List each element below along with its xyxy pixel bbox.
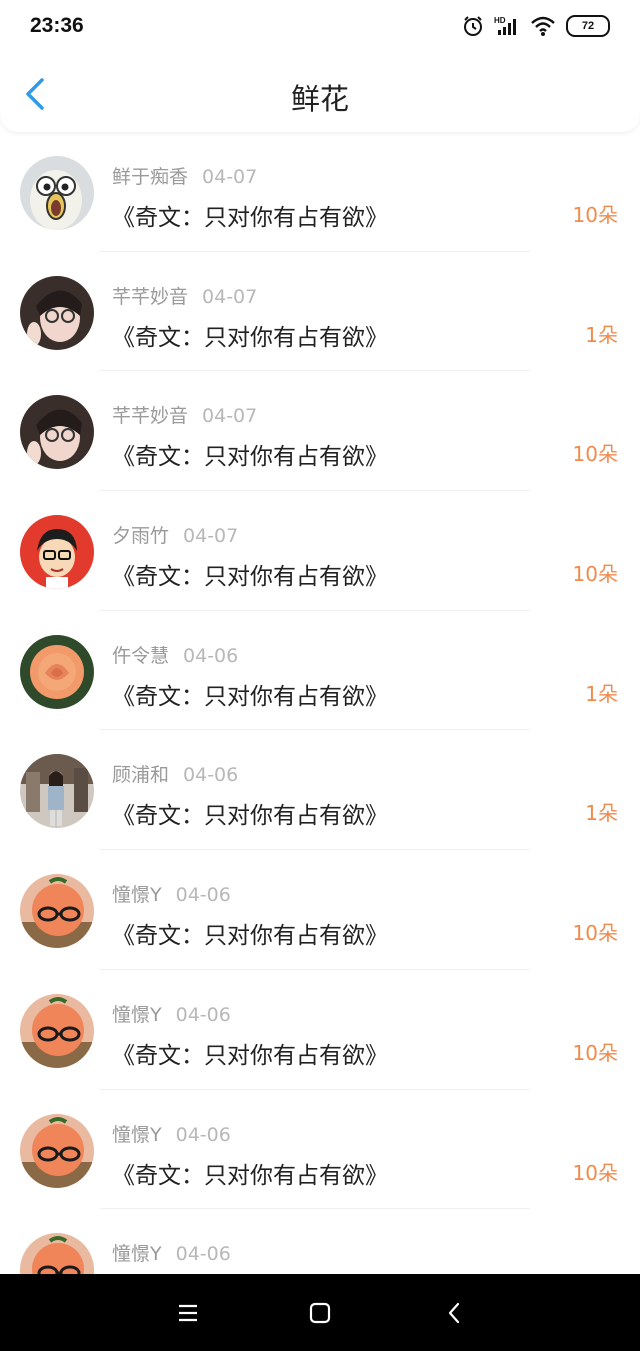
alarm-icon xyxy=(464,16,482,36)
list-item[interactable]: 芊芊妙音 04-07 《奇文：只对你有占有欲》 1朵 xyxy=(0,252,640,372)
item-meta: 芊芊妙音 04-07 xyxy=(112,401,257,428)
item-meta: 仵令慧 04-06 xyxy=(112,641,238,668)
signal-icon: HD xyxy=(494,16,516,35)
flower-count: 10朵 xyxy=(572,1160,618,1185)
avatar[interactable] xyxy=(20,395,94,470)
battery-indicator: 72 xyxy=(566,15,610,37)
flower-count: 10朵 xyxy=(572,562,618,587)
flower-count: 1朵 xyxy=(585,801,618,826)
street-photo-avatar xyxy=(20,754,94,829)
user-name: 憧憬Y xyxy=(112,1243,162,1266)
book-title: 《奇文：只对你有占有欲》 xyxy=(112,923,388,950)
cartoon-boy-avatar xyxy=(20,515,94,590)
book-title: 《奇文：只对你有占有欲》 xyxy=(112,803,388,830)
item-date: 04-07 xyxy=(202,285,258,308)
book-title: 《奇文：只对你有占有欲》 xyxy=(112,444,388,471)
user-name: 芊芊妙音 xyxy=(112,285,189,308)
user-name: 鲜于痴香 xyxy=(112,166,189,188)
item-date: 04-07 xyxy=(183,525,239,548)
flower-count: 10朵 xyxy=(572,921,618,946)
avatar[interactable] xyxy=(20,1113,94,1188)
list-item[interactable]: 仵令慧 04-06 《奇文：只对你有占有欲》 1朵 xyxy=(0,611,640,731)
list-item[interactable]: 夕雨竹 04-07 《奇文：只对你有占有欲》 10朵 xyxy=(0,491,640,611)
book-title: 《奇文：只对你有占有欲》 xyxy=(112,205,388,231)
flower-count: 1朵 xyxy=(585,681,618,706)
item-meta: 憧憬Y 04-06 xyxy=(112,1239,231,1266)
peach-glasses-avatar xyxy=(20,1113,94,1188)
item-date: 04-07 xyxy=(202,166,258,188)
list-item[interactable]: 憧憬Y 04-06 xyxy=(0,1209,640,1274)
flower-count: 10朵 xyxy=(572,1040,618,1065)
status-time: 23:36 xyxy=(30,14,84,37)
item-meta: 鲜于痴香 04-07 xyxy=(112,162,257,189)
item-meta: 憧憬Y 04-06 xyxy=(112,880,231,907)
book-title: 《奇文：只对你有占有欲》 xyxy=(112,1042,388,1069)
girl-glasses-avatar xyxy=(20,395,94,470)
user-name: 仵令慧 xyxy=(112,644,170,667)
flower-count: 10朵 xyxy=(572,442,618,467)
avatar[interactable] xyxy=(20,515,94,590)
flower-list: 鲜于痴香 04-07 《奇文：只对你有占有欲》 10朵 芊芊妙音 04-07 《奇文… xyxy=(0,132,640,1274)
list-item[interactable]: 憧憬Y 04-06 《奇文：只对你有占有欲》 10朵 xyxy=(0,850,640,970)
avatar[interactable] xyxy=(20,634,94,709)
girl-glasses-avatar xyxy=(20,275,94,350)
app-header: 鲜花 xyxy=(0,52,640,132)
book-title: 《奇文：只对你有占有欲》 xyxy=(112,564,388,591)
item-meta: 顾浦和 04-06 xyxy=(112,760,238,787)
item-date: 04-06 xyxy=(183,644,239,667)
user-name: 憧憬Y xyxy=(112,884,162,907)
item-meta: 憧憬Y 04-06 xyxy=(112,1000,231,1027)
rose-avatar xyxy=(20,634,94,709)
avatar[interactable] xyxy=(20,156,94,230)
item-date: 04-06 xyxy=(175,1003,231,1026)
item-date: 04-06 xyxy=(175,1123,231,1146)
list-item[interactable]: 憧憬Y 04-06 《奇文：只对你有占有欲》 10朵 xyxy=(0,970,640,1090)
home-icon[interactable] xyxy=(305,1298,335,1328)
user-name: 憧憬Y xyxy=(112,1123,162,1146)
list-item[interactable]: 芊芊妙音 04-07 《奇文：只对你有占有欲》 10朵 xyxy=(0,371,640,492)
list-item[interactable]: 鲜于痴香 04-07 《奇文：只对你有占有欲》 10朵 xyxy=(0,132,640,252)
item-date: 04-07 xyxy=(202,405,258,428)
flower-count: 1朵 xyxy=(585,322,618,347)
item-date: 04-06 xyxy=(175,884,231,907)
list-item[interactable]: 憧憬Y 04-06 《奇文：只对你有占有欲》 10朵 xyxy=(0,1090,640,1210)
user-name: 芊芊妙音 xyxy=(112,405,189,428)
item-date: 04-06 xyxy=(183,764,239,787)
book-title: 《奇文：只对你有占有欲》 xyxy=(112,324,388,351)
peach-glasses-avatar xyxy=(20,993,94,1068)
flower-count: 10朵 xyxy=(572,203,618,227)
wifi-icon xyxy=(531,16,555,36)
avatar[interactable] xyxy=(20,874,94,949)
book-title: 《奇文：只对你有占有欲》 xyxy=(112,1162,388,1189)
peach-glasses-avatar xyxy=(20,1233,94,1274)
avatar[interactable] xyxy=(20,993,94,1068)
avatar[interactable] xyxy=(20,1233,94,1274)
user-name: 憧憬Y xyxy=(112,1003,162,1026)
cartoon-bird-avatar xyxy=(20,156,94,230)
item-date: 04-06 xyxy=(175,1243,231,1266)
avatar[interactable] xyxy=(20,754,94,829)
avatar[interactable] xyxy=(20,275,94,350)
status-bar: 23:36 HD 72 xyxy=(0,0,640,52)
menu-icon[interactable] xyxy=(173,1298,203,1328)
item-meta: 夕雨竹 04-07 xyxy=(112,521,238,548)
peach-glasses-avatar xyxy=(20,874,94,949)
hd-label: HD xyxy=(494,16,506,25)
user-name: 夕雨竹 xyxy=(112,525,170,548)
item-meta: 芊芊妙音 04-07 xyxy=(112,282,257,309)
system-nav-bar xyxy=(0,1274,640,1351)
page-title: 鲜花 xyxy=(290,82,349,116)
item-meta: 憧憬Y 04-06 xyxy=(112,1120,231,1147)
book-title: 《奇文：只对你有占有欲》 xyxy=(112,683,388,710)
back-icon[interactable] xyxy=(440,1298,470,1328)
user-name: 顾浦和 xyxy=(112,764,170,787)
list-item[interactable]: 顾浦和 04-06 《奇文：只对你有占有欲》 1朵 xyxy=(0,730,640,851)
status-icons: HD 72 xyxy=(462,15,610,37)
